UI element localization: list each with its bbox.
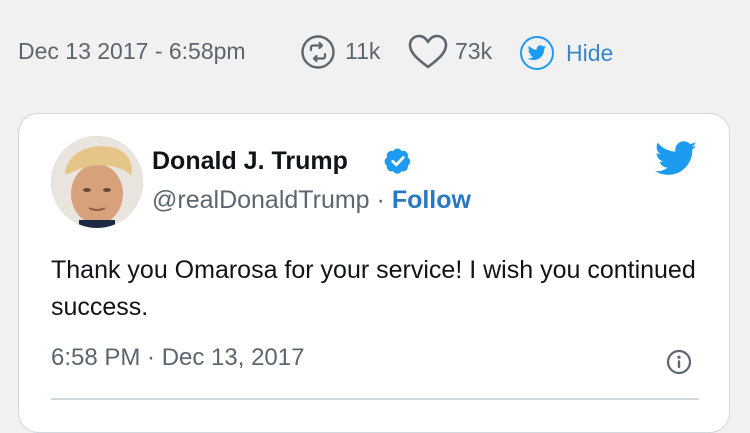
author-name[interactable]: Donald J. Trump <box>152 147 348 176</box>
like-count: 73k <box>455 38 493 64</box>
tweet-text: Thank you Omarosa for your service! I wi… <box>51 256 696 321</box>
retweet-count: 11k <box>345 38 381 64</box>
handle-separator: · <box>369 186 392 214</box>
author-handle[interactable]: @realDonaldTrump <box>152 186 370 214</box>
retweet-icon[interactable] <box>300 34 336 70</box>
card-divider <box>51 398 699 400</box>
avatar[interactable] <box>51 136 143 228</box>
tweet-date: Dec 13 2017 - 6:58pm <box>18 38 246 64</box>
twitter-circle-icon <box>520 36 554 70</box>
handle-line: @realDonaldTrump · Follow <box>152 186 471 215</box>
follow-button[interactable]: Follow <box>392 186 471 214</box>
heart-icon[interactable] <box>408 34 448 70</box>
twitter-bird-icon[interactable] <box>653 141 699 179</box>
embed-meta-bar: Dec 13 2017 - 6:58pm 11k 73k Hide <box>0 0 750 110</box>
tweet-card[interactable]: Donald J. Trump @realDonaldTrump · Follo… <box>18 113 730 433</box>
hide-label: Hide <box>566 39 614 66</box>
tweet-timestamp[interactable]: 6:58 PM · Dec 13, 2017 <box>51 344 304 372</box>
hide-button[interactable]: Hide <box>520 34 613 72</box>
verified-badge-icon <box>384 148 411 174</box>
info-icon[interactable] <box>666 349 692 375</box>
